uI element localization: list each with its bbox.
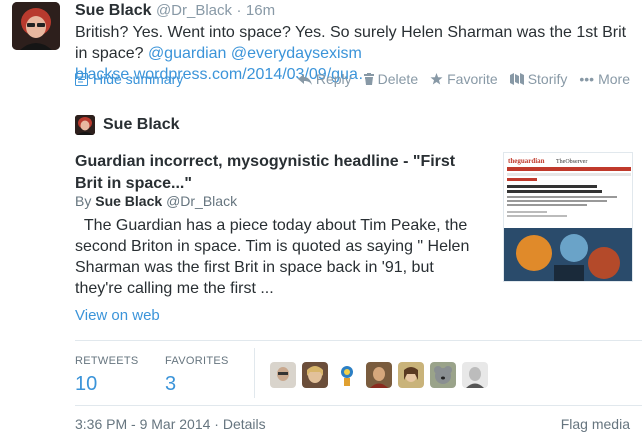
faver-avatars xyxy=(270,362,488,388)
flag-media-link[interactable]: Flag media xyxy=(561,416,630,432)
faver-avatar[interactable] xyxy=(270,362,296,388)
delete-label: Delete xyxy=(377,71,419,87)
faver-avatar[interactable] xyxy=(398,362,424,388)
retweets-count: 10 xyxy=(75,373,98,395)
mention-guardian[interactable]: @guardian xyxy=(148,45,227,62)
card-author-name: Sue Black xyxy=(103,116,180,133)
tweet-timestamp[interactable]: 3:36 PM - 9 Mar 2014 · Details xyxy=(75,416,266,432)
view-on-web-link[interactable]: View on web xyxy=(75,307,160,324)
faver-avatar[interactable] xyxy=(366,362,392,388)
byline-prefix: By xyxy=(75,193,92,209)
tweet-time[interactable]: 16m xyxy=(246,2,275,19)
reply-label: Reply xyxy=(315,71,352,87)
storify-button[interactable]: Storify xyxy=(509,71,568,87)
card-title[interactable]: Guardian incorrect, mysogynistic headlin… xyxy=(75,151,485,195)
svg-text:TheObserver: TheObserver xyxy=(556,159,587,165)
trash-icon xyxy=(363,73,374,85)
card-thumbnail[interactable]: theguardian TheObserver xyxy=(503,152,633,282)
tweet-actions: Reply Delete Favorite Storify ••• More xyxy=(297,71,630,87)
card-author[interactable]: Sue Black xyxy=(75,115,179,135)
faver-avatar[interactable] xyxy=(462,362,488,388)
tweet-detail: Sue Black @Dr_Black · 16m British? Yes. … xyxy=(0,0,642,436)
summary-icon xyxy=(75,72,88,86)
tweet-stats: RETWEETS 10 FAVORITES 3 xyxy=(75,355,255,396)
retweets-stat[interactable]: RETWEETS 10 xyxy=(75,355,165,396)
faver-avatar[interactable] xyxy=(334,362,360,388)
stats-separator xyxy=(254,348,255,398)
author-name[interactable]: Sue Black xyxy=(75,2,151,19)
more-label: More xyxy=(598,71,630,87)
mention-everydaysexism[interactable]: @everydaysexism xyxy=(231,45,362,62)
footer-divider xyxy=(75,405,642,406)
retweets-label: RETWEETS xyxy=(75,355,139,367)
hide-summary-label: Hide summary xyxy=(93,71,184,87)
delete-button[interactable]: Delete xyxy=(363,71,419,87)
storify-label: Storify xyxy=(527,71,568,87)
favorites-count: 3 xyxy=(165,373,177,395)
favorites-stat[interactable]: FAVORITES 3 xyxy=(165,355,255,396)
byline-name[interactable]: Sue Black xyxy=(95,193,162,209)
card-description: The Guardian has a piece today about Tim… xyxy=(75,215,485,299)
faver-avatar[interactable] xyxy=(302,362,328,388)
faver-avatar[interactable] xyxy=(430,362,456,388)
storify-icon xyxy=(509,73,524,85)
favorite-button[interactable]: Favorite xyxy=(430,71,498,87)
author-handle[interactable]: @Dr_Black xyxy=(156,2,232,19)
hide-summary-link[interactable]: Hide summary xyxy=(75,71,183,87)
author-avatar[interactable] xyxy=(12,2,60,50)
card-author-avatar xyxy=(75,115,95,135)
favorites-label: FAVORITES xyxy=(165,355,229,367)
star-icon xyxy=(430,73,443,85)
byline-handle[interactable]: @Dr_Black xyxy=(166,193,237,209)
favorite-label: Favorite xyxy=(447,71,498,87)
card-byline: By Sue Black @Dr_Black xyxy=(75,193,237,209)
card-description-text: The Guardian has a piece today about Tim… xyxy=(75,217,470,297)
separator-dot: · xyxy=(236,2,242,19)
reply-icon xyxy=(297,73,312,85)
svg-text:theguardian: theguardian xyxy=(508,157,545,165)
more-dots-icon: ••• xyxy=(579,71,595,87)
tweet-header: Sue Black @Dr_Black · 16m xyxy=(75,2,275,20)
stats-top-divider xyxy=(75,340,642,341)
more-button[interactable]: ••• More xyxy=(579,71,630,87)
reply-button[interactable]: Reply xyxy=(297,71,352,87)
